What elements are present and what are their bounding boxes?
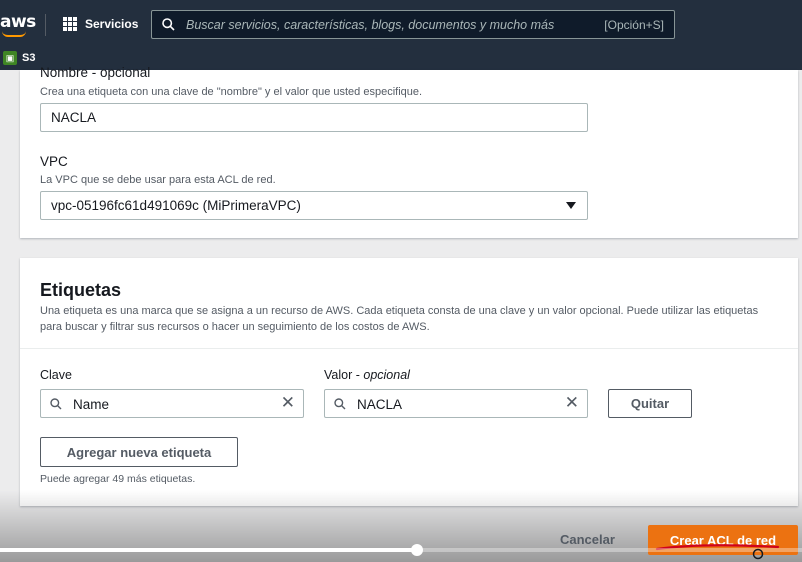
vpc-select[interactable]: vpc-05196fc61d491069c (MiPrimeraVPC) — [40, 191, 588, 220]
tag-value-input[interactable]: NACLA ✕ — [324, 389, 588, 418]
tags-description: Una etiqueta es una marca que se asigna … — [40, 305, 759, 333]
tag-value-label: Valor - opcional — [324, 368, 410, 382]
search-shortcut-hint: [Opción+S] — [604, 18, 664, 32]
name-input[interactable]: NACLA — [40, 103, 588, 132]
video-progress-fill — [0, 548, 418, 552]
services-label: Servicios — [85, 17, 139, 31]
tags-heading: Etiquetas — [40, 280, 122, 300]
cancel-button[interactable]: Cancelar — [560, 532, 615, 547]
aws-logo-smile — [2, 31, 26, 37]
tags-divider — [20, 348, 798, 349]
name-field-label: Nombre - opcional — [40, 65, 151, 80]
add-tag-button[interactable]: Agregar nueva etiqueta — [40, 437, 238, 467]
mouse-cursor-icon — [752, 548, 764, 560]
search-input[interactable]: Buscar servicios, características, blogs… — [151, 10, 675, 39]
nav-separator — [45, 14, 46, 36]
s3-shortcut-label[interactable]: S3 — [22, 52, 35, 64]
services-menu-button[interactable]: Servicios — [63, 14, 138, 34]
remove-tag-button[interactable]: Quitar — [608, 389, 692, 418]
search-icon — [50, 398, 62, 410]
vpc-selected-value: vpc-05196fc61d491069c (MiPrimeraVPC) — [51, 198, 301, 213]
tags-limit-note: Puede agregar 49 más etiquetas. — [40, 473, 196, 485]
vpc-field-label: VPC — [40, 154, 68, 169]
tag-key-input[interactable]: Name ✕ — [40, 389, 304, 418]
tag-value-value: NACLA — [357, 397, 403, 412]
vpc-field-description: La VPC que se debe usar para esta ACL de… — [40, 174, 276, 186]
clear-icon[interactable]: ✕ — [565, 394, 579, 412]
s3-icon[interactable]: ▣ — [3, 51, 17, 65]
name-field-description: Crea una etiqueta con una clave de "nomb… — [40, 86, 423, 98]
clear-icon[interactable]: ✕ — [281, 394, 295, 412]
top-navigation: aws Servicios Buscar servicios, caracter… — [0, 0, 802, 48]
search-icon — [162, 18, 175, 31]
caret-down-icon — [566, 202, 576, 209]
details-card: Nombre - opcional Crea una etiqueta con … — [20, 65, 798, 238]
video-progress-bar[interactable] — [0, 544, 802, 556]
search-icon — [334, 398, 346, 410]
tag-key-label: Clave — [40, 368, 72, 382]
search-placeholder: Buscar servicios, características, blogs… — [186, 18, 555, 32]
aws-logo[interactable]: aws — [0, 12, 36, 32]
tags-card: Etiquetas Una etiqueta es una marca que … — [20, 258, 798, 506]
tag-key-value: Name — [73, 397, 110, 412]
grid-icon — [63, 17, 77, 31]
video-progress-handle[interactable] — [411, 544, 424, 556]
